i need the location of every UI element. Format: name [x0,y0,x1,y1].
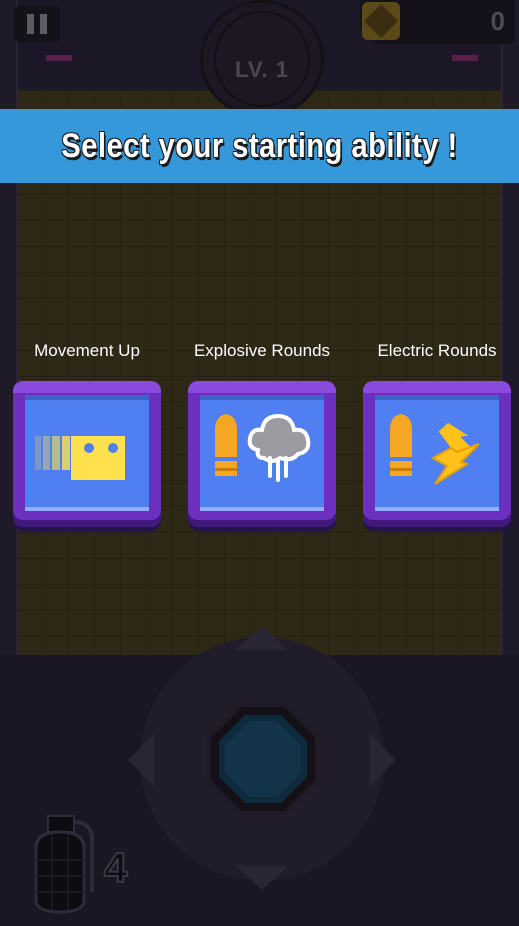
card-face [375,395,499,511]
level-badge-inner: LV. 1 [214,11,310,107]
card-highlight [188,381,336,393]
ability-card[interactable] [13,381,161,527]
ability-label: Movement Up [34,341,140,360]
ability-card[interactable] [188,381,336,527]
bullet-lightning-icon [390,414,480,485]
wall-marker [452,55,478,61]
dash-cube-icon [35,436,125,480]
grenade-icon[interactable] [26,814,102,914]
card-highlight [13,381,161,393]
ability-option-explosive-rounds[interactable]: Explosive Rounds [184,338,340,527]
ability-option-movement-up[interactable]: Movement Up [9,338,165,527]
card-face [25,395,149,511]
ability-label: Explosive Rounds [193,341,331,360]
gem-face-icon [362,2,400,40]
level-badge: LV. 1 [200,0,324,118]
pause-icon [27,14,34,34]
right-wall [501,0,519,660]
joystick-down-arrow-icon [236,866,288,890]
joystick-right-arrow-icon [370,734,396,786]
ability-label: Electric Rounds [377,341,497,360]
joystick-up-arrow-icon [236,626,288,650]
pause-button[interactable] [14,6,60,42]
wall-marker [46,55,72,61]
bullet-cloud-icon [215,413,311,482]
joystick-left-arrow-icon [128,734,154,786]
score-value: 0 [490,6,505,36]
score-display: 0 [360,0,515,44]
ability-card[interactable] [363,381,511,527]
banner-title: Select your starting ability ! [61,126,458,165]
pause-icon-bar [40,14,47,34]
joystick-icon[interactable] [205,701,321,817]
card-face [200,395,324,511]
ability-select-banner: Select your starting ability ! [0,109,519,183]
grenade-count: 4 [103,843,128,892]
left-wall [0,0,18,660]
level-label: LV. 1 [235,57,289,82]
card-highlight [363,381,511,393]
ability-option-electric-rounds[interactable]: Electric Rounds [359,338,515,527]
